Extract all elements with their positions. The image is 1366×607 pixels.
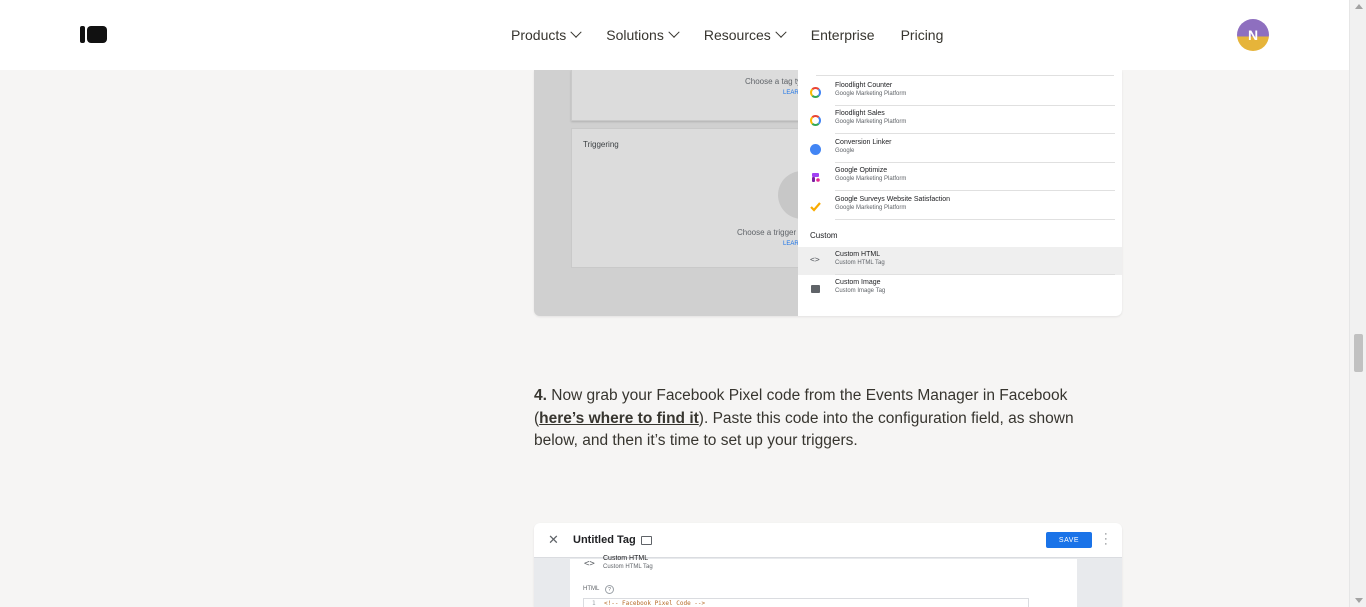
tag-configuration-card: Choose a tag ty LEAR	[571, 70, 811, 121]
scroll-down-icon[interactable]	[1355, 598, 1363, 603]
nav-enterprise[interactable]: Enterprise	[811, 25, 875, 45]
list-item: Floodlight Sales Google Marketing Platfo…	[798, 106, 1122, 134]
tag-name: Custom Image	[835, 279, 881, 286]
google-ring-icon	[810, 87, 821, 98]
code-editor: 1 <!-- Facebook Pixel Code -->	[583, 598, 1029, 607]
triggering-heading: Triggering	[583, 140, 619, 149]
tag-name: Custom HTML	[835, 251, 881, 258]
line-number: 1	[592, 600, 596, 607]
tag-name: Google Surveys Website Satisfaction	[835, 196, 951, 203]
top-navigation-bar: Products Solutions Resources Enterprise …	[0, 0, 1349, 70]
help-icon: ?	[605, 585, 614, 594]
check-icon	[810, 202, 821, 212]
nav-solutions-label: Solutions	[606, 27, 664, 43]
logo-icon[interactable]	[80, 26, 107, 43]
code-line: <!-- Facebook Pixel Code -->	[604, 600, 706, 607]
trigger-learn-link: LEAR	[783, 241, 799, 247]
google-ring-icon	[810, 115, 821, 126]
chevron-down-icon	[775, 26, 787, 38]
nav-enterprise-label: Enterprise	[810, 27, 875, 43]
html-label: HTML	[583, 586, 600, 592]
chevron-down-icon	[570, 26, 582, 38]
tag-config-learn-link: LEAR	[783, 90, 799, 96]
tag-editor-header: ✕ Untitled Tag SAVE · · ·	[534, 523, 1122, 558]
list-item: Conversion Linker Google	[798, 135, 1122, 163]
tag-sub: Google Marketing Platform	[835, 91, 907, 97]
folder-icon	[641, 536, 652, 545]
tag-type-screenshot: Choose a tag ty LEAR Triggering Choose a…	[534, 70, 1122, 316]
tag-name: Floodlight Sales	[835, 110, 885, 117]
find-pixel-link[interactable]: here’s where to find it	[539, 410, 699, 427]
trigger-prompt: Choose a trigger t	[737, 228, 801, 237]
tag-type-panel: Floodlight Counter Google Marketing Plat…	[798, 70, 1122, 316]
triggering-card: Triggering Choose a trigger t LEAR	[571, 128, 826, 268]
nav-resources[interactable]: Resources	[703, 25, 787, 45]
nav-solutions[interactable]: Solutions	[606, 25, 680, 45]
tag-sub: Google	[835, 148, 855, 154]
tag-name: Google Optimize	[835, 167, 888, 174]
nav-products-label: Products	[511, 27, 567, 43]
tag-sub: Custom Image Tag	[835, 288, 886, 294]
page-scrollbar[interactable]	[1349, 0, 1366, 607]
untitled-tag-screenshot: ✕ Untitled Tag SAVE · · · <> Custom HTML C…	[534, 523, 1122, 607]
optimize-icon	[812, 173, 820, 182]
list-item: Google Surveys Website Satisfaction Goog…	[798, 192, 1122, 220]
tag-config-sheet: <> Custom HTML Custom HTML Tag HTML ? 1 …	[570, 555, 1077, 607]
nav-products[interactable]: Products	[511, 25, 582, 45]
tag-title: Untitled Tag	[573, 534, 636, 546]
tag-sub: Google Marketing Platform	[835, 205, 907, 211]
tag-type-sub: Custom HTML Tag	[603, 564, 653, 570]
step-number: 4.	[534, 387, 547, 404]
tag-sub: Custom HTML Tag	[835, 260, 885, 266]
step-4-paragraph: 4. Now grab your Facebook Pixel code fro…	[534, 385, 1094, 453]
tag-name: Floodlight Counter	[835, 82, 893, 89]
tag-sub: Google Marketing Platform	[835, 176, 907, 182]
list-item: Google Optimize Google Marketing Platfor…	[798, 163, 1122, 191]
list-item: <> Custom HTML Custom HTML Tag	[798, 247, 1122, 275]
more-icon: · · ·	[1104, 528, 1108, 550]
tag-config-prompt: Choose a tag ty	[745, 77, 802, 86]
list-item: Floodlight Counter Google Marketing Plat…	[798, 78, 1122, 106]
chevron-down-icon	[668, 26, 680, 38]
scroll-up-icon[interactable]	[1355, 4, 1363, 9]
nav-resources-label: Resources	[703, 27, 771, 43]
image-icon	[811, 285, 820, 293]
scroll-thumb[interactable]	[1354, 334, 1363, 372]
code-icon: <>	[810, 255, 820, 264]
tag-type-name: Custom HTML	[603, 555, 649, 562]
main-nav: Products Solutions Resources Enterprise …	[511, 25, 969, 45]
avatar[interactable]: N	[1237, 19, 1269, 51]
code-icon: <>	[584, 559, 595, 569]
nav-pricing[interactable]: Pricing	[901, 25, 944, 45]
nav-pricing-label: Pricing	[900, 27, 944, 43]
tag-name: Conversion Linker	[835, 139, 892, 146]
custom-heading: Custom	[810, 231, 838, 240]
link-icon	[810, 144, 821, 155]
tag-sub: Google Marketing Platform	[835, 119, 907, 125]
avatar-initial: N	[1247, 27, 1259, 43]
list-item: Custom Image Custom Image Tag	[798, 275, 1122, 303]
close-icon: ✕	[548, 532, 559, 547]
save-button: SAVE	[1046, 532, 1092, 548]
